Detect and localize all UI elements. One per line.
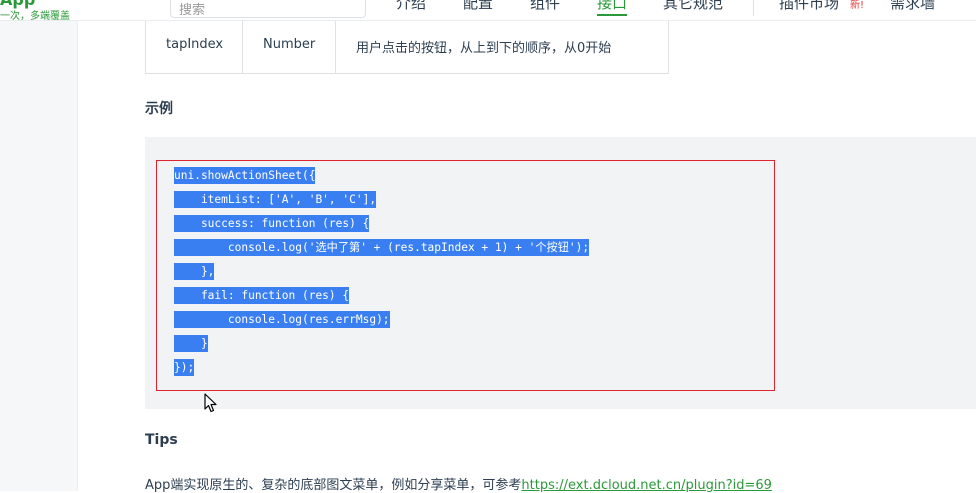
- nav-requirement-wall[interactable]: 需求墙: [890, 0, 935, 13]
- code-line[interactable]: console.log('选中了第' + (res.tapIndex + 1) …: [174, 239, 590, 256]
- param-type-cell: Number: [243, 20, 336, 74]
- mouse-cursor-icon: [204, 393, 217, 413]
- code-line[interactable]: });: [174, 359, 195, 376]
- code-line[interactable]: uni.showActionSheet({: [174, 167, 316, 184]
- nav-divider: [753, 0, 754, 16]
- example-heading: 示例: [145, 101, 173, 117]
- search-input[interactable]: 搜索: [170, 0, 366, 18]
- code-line[interactable]: }: [174, 335, 208, 352]
- code-line[interactable]: itemList: ['A', 'B', 'C'],: [174, 191, 377, 208]
- tips-paragraph: App端实现原生的、复杂的底部图文菜单，例如分享菜单，可参考https://ex…: [145, 474, 772, 493]
- code-line[interactable]: },: [174, 263, 215, 280]
- top-navbar: App 一次，多端覆盖 搜索 介绍 配置 组件 接口 其它规范 插件市场 新! …: [0, 0, 976, 21]
- tips-heading: Tips: [145, 432, 178, 448]
- new-badge: 新!: [850, 0, 865, 11]
- nav-config[interactable]: 配置: [463, 0, 493, 13]
- logo-tagline: 一次，多端覆盖: [0, 11, 70, 21]
- code-line[interactable]: console.log(res.errMsg);: [174, 311, 390, 328]
- nav-intro[interactable]: 介绍: [396, 0, 426, 13]
- param-desc-cell: 用户点击的按钮，从上到下的顺序，从0开始: [356, 41, 612, 56]
- sidebar: [0, 0, 78, 491]
- code-line[interactable]: success: function (res) {: [174, 215, 370, 232]
- code-line[interactable]: fail: function (res) {: [174, 287, 350, 304]
- param-name-cell: tapIndex: [146, 20, 243, 74]
- nav-plugin-market[interactable]: 插件市场: [779, 0, 839, 13]
- params-table: tapIndex Number 用户点击的按钮，从上到下的顺序，从0开始: [145, 20, 669, 74]
- nav-other-specs[interactable]: 其它规范: [663, 0, 723, 13]
- nav-api[interactable]: 接口: [597, 0, 628, 16]
- nav-components[interactable]: 组件: [530, 0, 560, 13]
